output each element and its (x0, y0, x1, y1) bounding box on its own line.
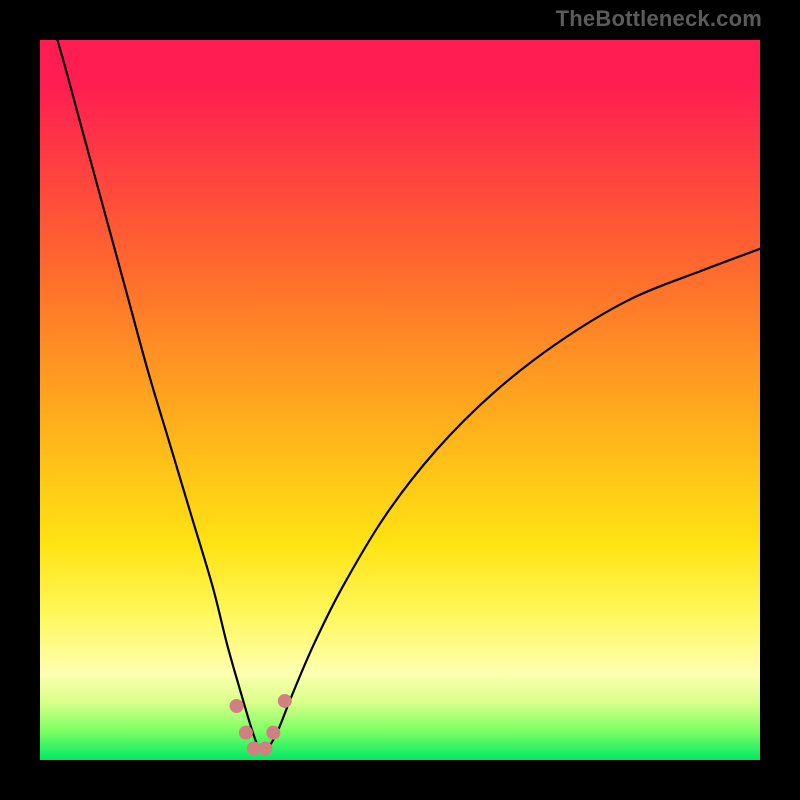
watermark-text: TheBottleneck.com (556, 6, 762, 32)
chart-frame: TheBottleneck.com (0, 0, 800, 800)
curve-marker (278, 694, 292, 708)
curve-layer (40, 40, 760, 760)
curve-marker (266, 726, 280, 740)
plot-area (40, 40, 760, 760)
curve-marker (258, 741, 272, 755)
curve-marker (239, 726, 253, 740)
bottleneck-curve (40, 40, 760, 751)
curve-marker (230, 699, 244, 713)
curve-markers (230, 694, 292, 756)
